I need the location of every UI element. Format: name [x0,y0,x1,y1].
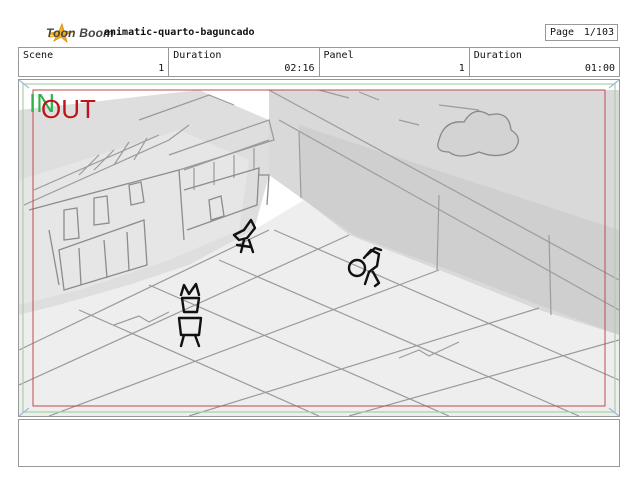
panel-value: 1 [458,63,465,74]
scene-cell: Scene 1 [19,48,170,76]
scene-duration-cell: Duration 02:16 [169,48,320,76]
panel-drawing [19,80,619,416]
panel-label: Panel [323,50,354,61]
scene-value: 1 [158,63,165,74]
header: Toon Boom animatic-quarto-baguncado Page… [0,0,640,46]
page-value: 1/103 [583,27,614,38]
page-indicator: Page 1/103 [545,24,618,41]
notes-area[interactable] [18,419,620,467]
storyboard-panel[interactable]: IN OUT [18,79,620,417]
scene-duration-value: 02:16 [284,63,315,74]
project-title: animatic-quarto-baguncado [104,27,255,38]
info-table: Scene 1 Duration 02:16 Panel 1 Duration … [18,47,620,77]
panel-duration-cell: Duration 01:00 [470,48,619,76]
panel-duration-value: 01:00 [584,63,615,74]
scene-label: Scene [23,50,54,61]
panel-duration-label: Duration [473,50,522,61]
out-marker: OUT [41,94,96,124]
panel-cell: Panel 1 [320,48,470,76]
page-label: Page [550,27,575,38]
scene-duration-label: Duration [173,50,222,61]
